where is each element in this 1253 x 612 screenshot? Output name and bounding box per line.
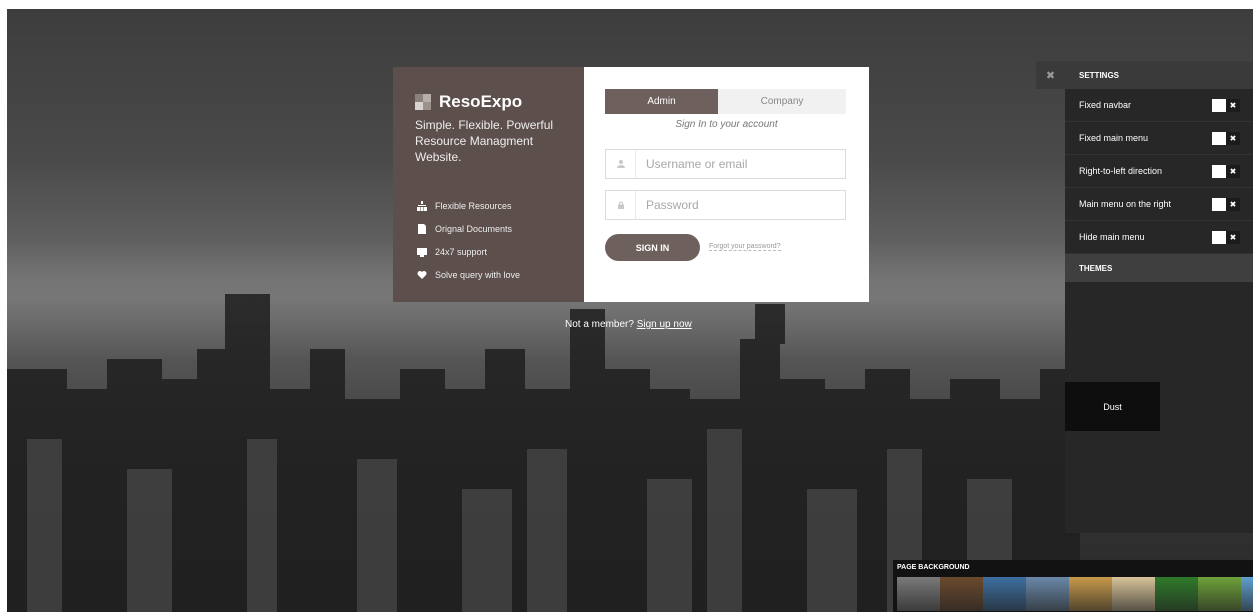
signup-prefix: Not a member? (565, 319, 634, 330)
themes-title: THEMES (1065, 254, 1253, 282)
brand-name: ResoExpo (439, 92, 523, 111)
background-thumbnail[interactable] (1155, 577, 1198, 611)
close-settings-icon[interactable]: ✖ (1036, 61, 1065, 89)
setting-label: Hide main menu (1079, 232, 1145, 242)
background-thumbnail[interactable] (1198, 577, 1241, 611)
rtl-direction-toggle[interactable]: ✖ (1212, 164, 1240, 178)
setting-label: Right-to-left direction (1079, 166, 1163, 176)
background-thumbnail[interactable] (983, 577, 1026, 611)
setting-label: Fixed main menu (1079, 133, 1149, 143)
settings-title: SETTINGS (1065, 61, 1253, 89)
feature-item: 24x7 support (417, 240, 520, 263)
login-form: Admin Company Sign In to your account SI… (584, 67, 869, 302)
account-type-tabs: Admin Company (605, 89, 846, 114)
feature-label: Orignal Documents (435, 223, 513, 234)
heart-icon (417, 270, 427, 279)
document-icon (418, 223, 426, 234)
setting-fixed-main-menu: Fixed main menu ✖ (1065, 122, 1253, 155)
support-icon (417, 247, 427, 257)
feature-label: Flexible Resources (435, 200, 512, 211)
fixed-navbar-toggle[interactable]: ✖ (1212, 98, 1240, 112)
setting-hide-main-menu: Hide main menu ✖ (1065, 221, 1253, 254)
feature-label: 24x7 support (435, 246, 488, 257)
feature-list: Flexible Resources Orignal Documents 24x… (417, 194, 520, 286)
tab-company[interactable]: Company (718, 89, 846, 114)
background-thumbnail[interactable] (1241, 577, 1253, 611)
logo-mark-icon (415, 94, 431, 110)
fixed-main-menu-toggle[interactable]: ✖ (1212, 131, 1240, 145)
setting-rtl-direction: Right-to-left direction ✖ (1065, 155, 1253, 188)
background-thumbnails (897, 577, 1253, 611)
hide-main-menu-toggle[interactable]: ✖ (1212, 230, 1240, 244)
user-icon (606, 150, 636, 178)
feature-item: Flexible Resources (417, 194, 520, 217)
background-thumbnail[interactable] (1069, 577, 1112, 611)
setting-label: Fixed navbar (1079, 100, 1132, 110)
feature-item: Solve query with love (417, 263, 520, 286)
background-thumbnail[interactable] (940, 577, 983, 611)
password-field (605, 190, 846, 220)
sign-up-link[interactable]: Sign up now (637, 319, 692, 330)
setting-label: Main menu on the right (1079, 199, 1172, 209)
menu-on-right-toggle[interactable]: ✖ (1212, 197, 1240, 211)
page-background-selector: PAGE BACKGROUND (893, 560, 1253, 612)
feature-item: Orignal Documents (417, 217, 520, 240)
settings-panel: ✖ SETTINGS Fixed navbar ✖ Fixed main men… (1036, 61, 1253, 533)
brand-panel: ResoExpo Simple. Flexible. Powerful Reso… (393, 67, 584, 302)
brand-logo: ResoExpo (415, 92, 522, 112)
forgot-password-link[interactable]: Forgot your password? (709, 243, 781, 251)
theme-dust-option[interactable]: Dust (1065, 382, 1160, 431)
background-thumbnail[interactable] (897, 577, 940, 611)
password-input[interactable] (636, 197, 838, 213)
sitemap-icon (417, 200, 427, 211)
tab-admin[interactable]: Admin (605, 89, 718, 114)
setting-menu-on-right: Main menu on the right ✖ (1065, 188, 1253, 221)
signup-prompt: Not a member? Sign up now (565, 319, 692, 330)
page-background-title: PAGE BACKGROUND (897, 564, 970, 571)
signin-caption: Sign In to your account (675, 119, 778, 130)
username-field (605, 149, 846, 179)
background-thumbnail[interactable] (1112, 577, 1155, 611)
sign-in-button[interactable]: SIGN IN (605, 234, 700, 261)
feature-label: Solve query with love (435, 269, 521, 280)
username-input[interactable] (636, 156, 838, 172)
background-thumbnail[interactable] (1026, 577, 1069, 611)
lock-icon (606, 191, 636, 219)
brand-tagline: Simple. Flexible. Powerful Resource Mana… (415, 118, 554, 164)
setting-fixed-navbar: Fixed navbar ✖ (1065, 89, 1253, 122)
